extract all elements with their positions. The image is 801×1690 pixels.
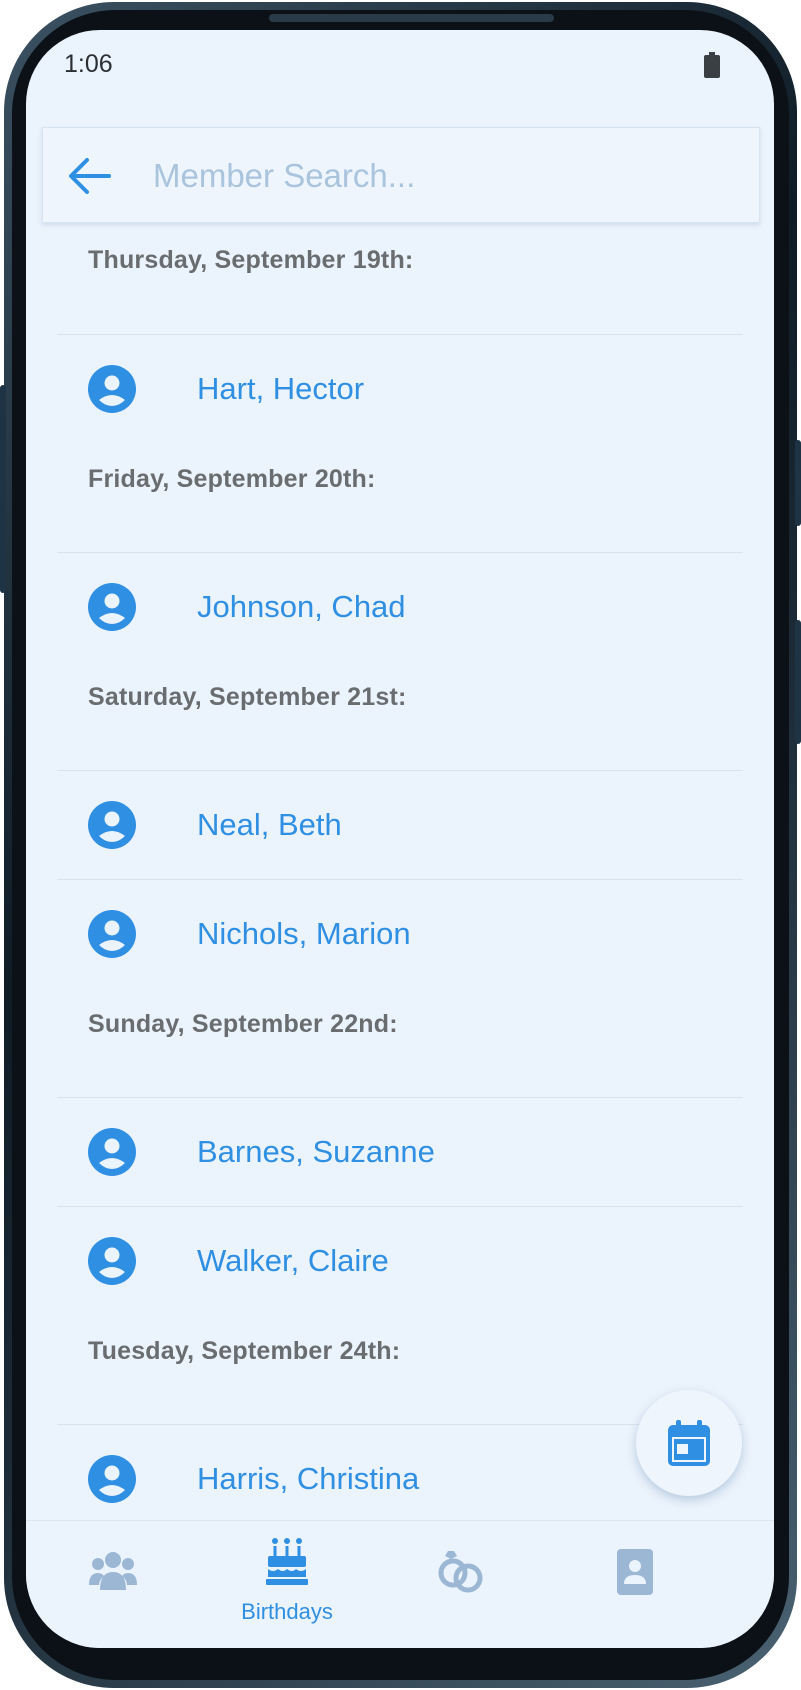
battery-icon (704, 52, 720, 78)
calendar-icon (668, 1420, 710, 1466)
calendar-fab[interactable] (636, 1390, 742, 1496)
member-row[interactable]: Nichols, Marion (57, 880, 743, 988)
bottom-navigation: Birthdays (26, 1520, 774, 1648)
member-name: Walker, Claire (197, 1243, 389, 1278)
account-circle-icon (88, 910, 136, 958)
member-name: Harris, Christina (197, 1461, 420, 1496)
nav-birthdays-label: Birthdays (241, 1599, 333, 1624)
arrow-left-icon[interactable] (67, 156, 111, 196)
member-name: Barnes, Suzanne (197, 1134, 435, 1169)
app-screen: 1:06 Thursday, September 19th: Hart, Hec… (26, 30, 774, 1648)
date-header: Tuesday, September 24th: (88, 1337, 401, 1365)
account-circle-icon (88, 583, 136, 631)
member-name: Hart, Hector (197, 371, 365, 406)
account-circle-icon (88, 1237, 136, 1285)
member-row[interactable]: Hart, Hector (57, 335, 743, 443)
search-input[interactable] (153, 148, 713, 204)
side-button-right-bottom (795, 620, 801, 744)
status-time: 1:06 (64, 50, 113, 78)
date-header: Sunday, September 22nd: (88, 1010, 398, 1038)
member-name: Nichols, Marion (197, 916, 411, 951)
search-bar (42, 127, 760, 223)
date-header: Saturday, September 21st: (88, 683, 407, 711)
side-button-left (0, 385, 6, 593)
nav-birthdays[interactable]: Birthdays (212, 1521, 362, 1648)
nav-directory[interactable] (560, 1521, 710, 1648)
users-icon (89, 1552, 137, 1590)
member-name: Neal, Beth (197, 807, 342, 842)
nav-anniversaries[interactable] (386, 1521, 536, 1648)
birthday-cake-icon (266, 1538, 308, 1585)
member-row[interactable]: Walker, Claire (57, 1207, 743, 1315)
speaker-grille (269, 14, 554, 22)
account-circle-icon (88, 1455, 136, 1503)
member-row[interactable]: Johnson, Chad (57, 553, 743, 661)
nav-members[interactable] (38, 1521, 188, 1648)
member-row[interactable]: Barnes, Suzanne (57, 1098, 743, 1206)
side-button-right-top (795, 440, 801, 526)
account-circle-icon (88, 1128, 136, 1176)
account-circle-icon (88, 365, 136, 413)
member-name: Johnson, Chad (197, 589, 406, 624)
rings-icon (438, 1551, 483, 1593)
date-header: Thursday, September 19th: (88, 246, 414, 274)
member-row[interactable]: Neal, Beth (57, 771, 743, 879)
date-header: Friday, September 20th: (88, 465, 376, 493)
contact-card-icon (617, 1549, 653, 1595)
account-circle-icon (88, 801, 136, 849)
